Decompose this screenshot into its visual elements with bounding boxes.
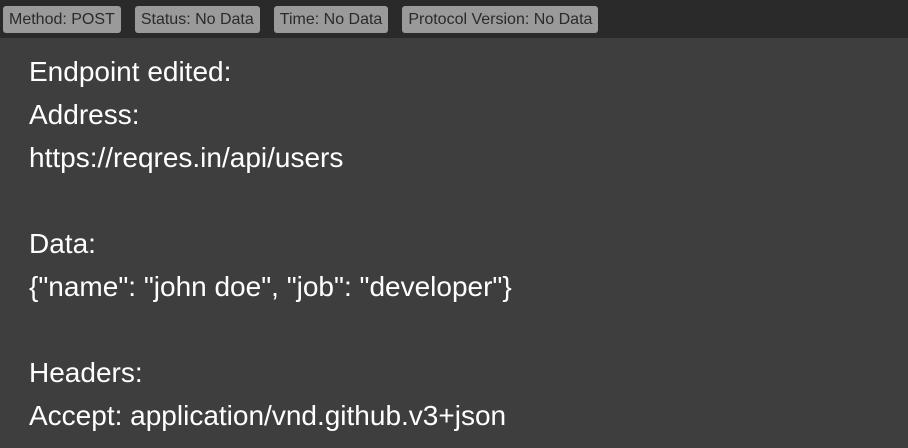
address-label: Address: — [29, 99, 140, 130]
status-badge: Status: No Data — [134, 5, 260, 33]
endpoint-output-panel: Endpoint edited: Address: https://reqres… — [29, 50, 898, 448]
address-value: https://reqres.in/api/users — [29, 142, 344, 173]
data-value: {"name": "john doe", "job": "developer"} — [29, 271, 512, 302]
status-bar: Method: POST Status: No Data Time: No Da… — [0, 0, 908, 38]
headers-value: Accept: application/vnd.github.v3+json — [29, 400, 507, 431]
protocol-version-badge: Protocol Version: No Data — [402, 5, 599, 33]
method-badge: Method: POST — [3, 5, 121, 33]
endpoint-edited-heading: Endpoint edited: — [29, 56, 232, 87]
headers-label: Headers: — [29, 357, 143, 388]
time-badge: Time: No Data — [273, 5, 389, 33]
data-label: Data: — [29, 228, 96, 259]
request-details-window: Method: POST Status: No Data Time: No Da… — [0, 0, 908, 448]
